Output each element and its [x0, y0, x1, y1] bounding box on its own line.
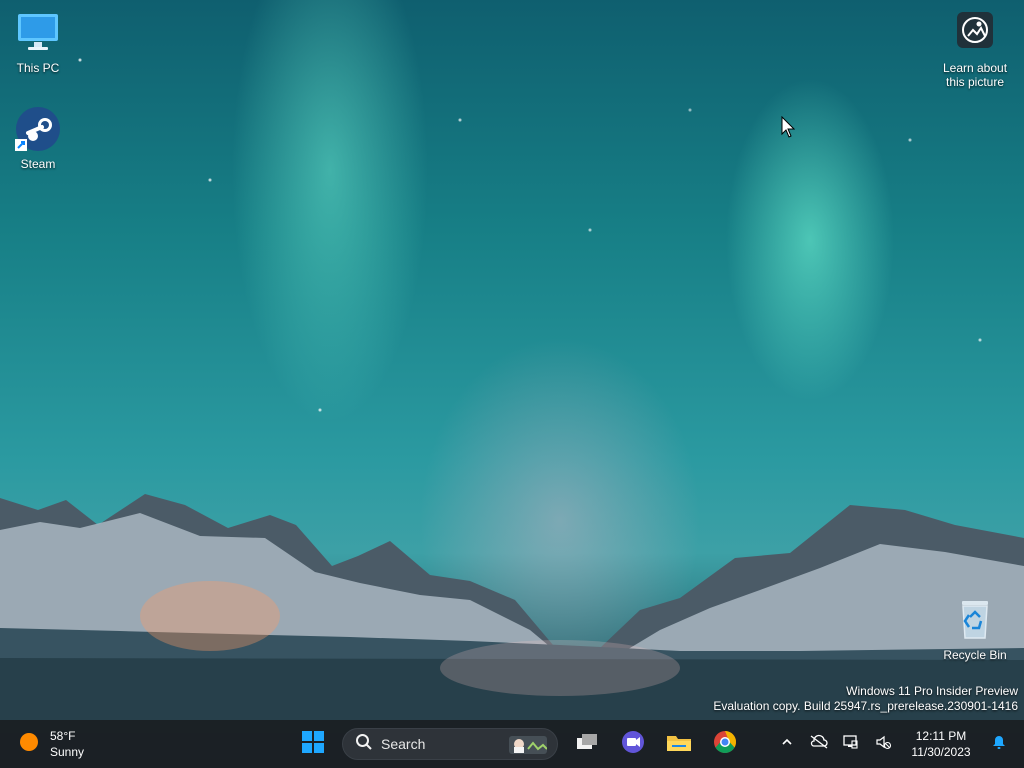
- clock-time: 12:11 PM: [915, 729, 967, 743]
- weather-condition: Sunny: [50, 745, 85, 759]
- mouse-cursor-icon: [781, 116, 795, 138]
- network-icon: [842, 733, 860, 756]
- weather-text: 58°F Sunny: [50, 728, 84, 760]
- weather-widget[interactable]: 58°F Sunny: [18, 726, 84, 762]
- recycle-bin-icon: [951, 596, 999, 644]
- taskbar: 58°F Sunny Search 12:11 PM 11/30/2023: [0, 720, 1024, 768]
- steam-icon: [14, 105, 62, 153]
- desktop-icon-label: Recycle Bin: [943, 648, 1007, 662]
- notification-bell-icon: [990, 733, 1008, 756]
- show-hidden-icons-button[interactable]: [776, 733, 798, 755]
- wallpaper: [0, 0, 1024, 768]
- learn-about-picture-icon: [951, 9, 999, 57]
- monitor-icon: [14, 9, 62, 57]
- folder-icon: [665, 730, 693, 759]
- desktop: This PC Steam Learn about this picture R…: [0, 0, 1024, 768]
- windows-evaluation-watermark: Windows 11 Pro Insider Preview Evaluatio…: [713, 684, 1018, 714]
- desktop-icon-recycle-bin[interactable]: Recycle Bin: [937, 596, 1013, 662]
- chrome-button[interactable]: [708, 727, 742, 761]
- desktop-icon-steam[interactable]: Steam: [1, 105, 75, 171]
- task-view-button[interactable]: [570, 727, 604, 761]
- video-meeting-icon: [620, 729, 646, 760]
- watermark-line-1: Windows 11 Pro Insider Preview: [846, 684, 1018, 698]
- task-view-icon: [574, 731, 600, 758]
- start-button[interactable]: [296, 727, 330, 761]
- weather-temperature: 58°F: [50, 729, 76, 743]
- system-tray: 12:11 PM 11/30/2023: [776, 726, 1010, 762]
- search-icon: [355, 733, 373, 756]
- desktop-icon-label: This PC: [16, 61, 60, 75]
- cloud-off-icon: [809, 734, 829, 755]
- clock-date: 11/30/2023: [911, 745, 971, 759]
- meet-button[interactable]: [616, 727, 650, 761]
- search-highlight-art-icon: [509, 736, 547, 754]
- search-placeholder: Search: [381, 736, 426, 752]
- desktop-icon-label: Learn about this picture: [942, 61, 1008, 89]
- desktop-icon-this-pc[interactable]: This PC: [1, 9, 75, 75]
- volume-muted-icon: [874, 733, 892, 756]
- notifications-button[interactable]: [988, 733, 1010, 755]
- sun-icon: [18, 731, 40, 758]
- chevron-up-icon: [781, 735, 793, 753]
- windows-start-icon: [301, 730, 325, 759]
- network-button[interactable]: [840, 733, 862, 755]
- chrome-icon: [712, 729, 738, 760]
- volume-button[interactable]: [872, 733, 894, 755]
- desktop-icon-learn-about-picture[interactable]: Learn about this picture: [937, 9, 1013, 89]
- file-explorer-button[interactable]: [662, 727, 696, 761]
- clock-button[interactable]: 12:11 PM 11/30/2023: [904, 728, 978, 760]
- taskbar-center: Search: [296, 726, 742, 762]
- desktop-icon-label: Steam: [20, 157, 56, 171]
- wallpaper-stars: [0, 0, 1024, 768]
- taskbar-search-box[interactable]: Search: [342, 728, 558, 760]
- onedrive-status-button[interactable]: [808, 733, 830, 755]
- watermark-line-2: Evaluation copy. Build 25947.rs_prerelea…: [713, 699, 1018, 713]
